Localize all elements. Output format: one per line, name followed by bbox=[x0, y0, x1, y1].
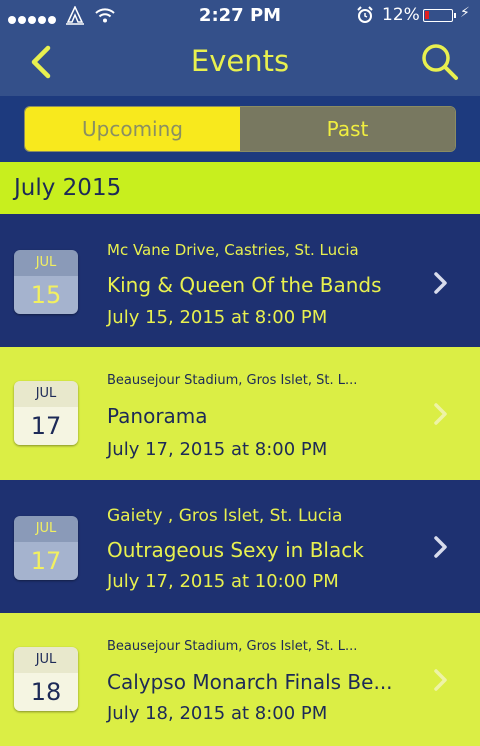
tab-upcoming[interactable]: Upcoming bbox=[25, 107, 240, 151]
charging-bolt-icon: ⚡ bbox=[460, 5, 470, 21]
event-day: 17 bbox=[14, 407, 78, 445]
status-bar: 2:27 PM 12% ⚡ bbox=[0, 0, 480, 32]
calendar-date-icon: JUL 18 bbox=[14, 647, 78, 711]
event-month: JUL bbox=[14, 381, 78, 407]
event-day: 17 bbox=[14, 542, 78, 580]
event-date: July 17, 2015 at 8:00 PM bbox=[107, 439, 328, 460]
event-row[interactable]: JUL 17 Gaiety , Gros Islet, St. Lucia Ou… bbox=[0, 480, 480, 613]
section-header-month: July 2015 bbox=[0, 162, 480, 214]
calendar-date-icon: JUL 17 bbox=[14, 516, 78, 580]
event-date: July 17, 2015 at 10:00 PM bbox=[107, 571, 339, 592]
page-title: Events bbox=[190, 44, 290, 78]
event-date: July 18, 2015 at 8:00 PM bbox=[107, 703, 328, 724]
event-location: Beausejour Stadium, Gros Islet, St. L... bbox=[107, 639, 358, 654]
event-name: Panorama bbox=[107, 404, 208, 428]
event-month: JUL bbox=[14, 516, 78, 542]
battery-percentage: 12% bbox=[382, 5, 420, 25]
chevron-right-icon bbox=[434, 403, 447, 425]
events-list: JUL 15 Mc Vane Drive, Castries, St. Luci… bbox=[0, 214, 480, 746]
event-month: JUL bbox=[14, 250, 78, 276]
event-name: Outrageous Sexy in Black bbox=[107, 538, 364, 562]
segmented-control-bar: Upcoming Past bbox=[0, 96, 480, 162]
search-icon[interactable] bbox=[418, 40, 462, 84]
calendar-date-icon: JUL 17 bbox=[14, 381, 78, 445]
event-month: JUL bbox=[14, 647, 78, 673]
event-row[interactable]: JUL 17 Beausejour Stadium, Gros Islet, S… bbox=[0, 347, 480, 480]
calendar-date-icon: JUL 15 bbox=[14, 250, 78, 314]
segmented-control: Upcoming Past bbox=[24, 106, 456, 152]
event-row[interactable]: JUL 15 Mc Vane Drive, Castries, St. Luci… bbox=[0, 214, 480, 347]
alarm-icon bbox=[357, 6, 373, 23]
event-location: Beausejour Stadium, Gros Islet, St. L... bbox=[107, 373, 358, 388]
event-date: July 15, 2015 at 8:00 PM bbox=[107, 307, 328, 328]
chevron-right-icon bbox=[434, 536, 447, 558]
battery-icon bbox=[423, 9, 456, 22]
tab-past[interactable]: Past bbox=[240, 107, 455, 151]
event-name: Calypso Monarch Finals Be... bbox=[107, 670, 393, 694]
event-name: King & Queen Of the Bands bbox=[107, 273, 382, 297]
event-location: Gaiety , Gros Islet, St. Lucia bbox=[107, 506, 343, 526]
event-location: Mc Vane Drive, Castries, St. Lucia bbox=[107, 241, 359, 259]
event-day: 18 bbox=[14, 673, 78, 711]
event-day: 15 bbox=[14, 276, 78, 314]
navigation-header: 2:27 PM 12% ⚡ Events bbox=[0, 0, 480, 96]
chevron-right-icon bbox=[434, 669, 447, 691]
chevron-right-icon bbox=[434, 272, 447, 294]
event-row[interactable]: JUL 18 Beausejour Stadium, Gros Islet, S… bbox=[0, 613, 480, 746]
